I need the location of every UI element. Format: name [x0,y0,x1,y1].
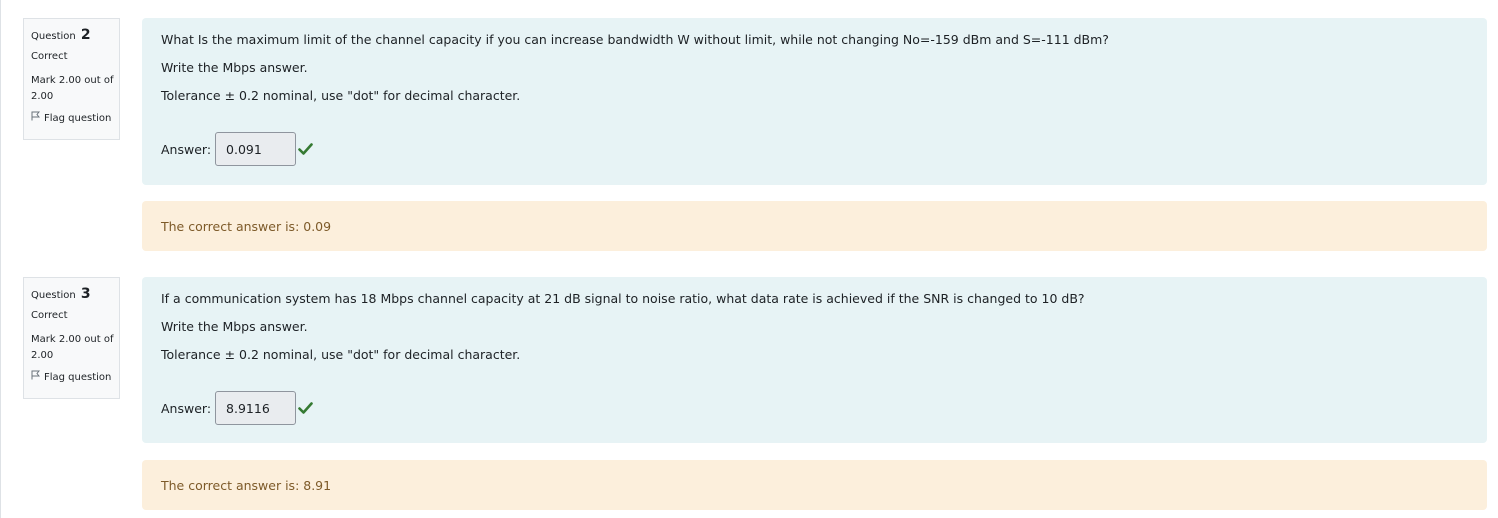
question-state: Correct [31,51,68,62]
answer-input[interactable] [215,391,297,425]
question-text: What Is the maximum limit of the channel… [161,32,1109,47]
question-info: Question 3 Correct Mark 2.00 out of 2.00… [23,277,120,399]
question-number-value: 3 [80,286,91,302]
question-grade: Mark 2.00 out of 2.00 [31,75,114,102]
question-instruction: Write the Mbps answer. [161,60,308,75]
right-answer-text: The correct answer is: 8.91 [161,477,332,493]
question-tolerance: Tolerance ± 0.2 nominal, use "dot" for d… [161,88,521,103]
flag-icon [31,111,44,126]
flag-icon [31,370,44,385]
correct-check-icon [298,402,313,414]
right-answer-feedback: The correct answer is: 8.91 [142,460,1487,510]
answer-input[interactable] [215,132,297,166]
answer-label: Answer: [161,400,212,416]
question-number: Question 3 [31,286,112,304]
correct-check-icon [298,143,313,155]
question-label: Question [31,31,76,42]
question-instruction: Write the Mbps answer. [161,319,308,334]
answer-label: Answer: [161,141,212,157]
question-formulation: If a communication system has 18 Mbps ch… [142,277,1487,443]
question-label: Question [31,290,76,301]
question-info: Question 2 Correct Mark 2.00 out of 2.00… [23,18,120,140]
answer-row: Answer: [161,391,313,425]
question-formulation: What Is the maximum limit of the channel… [142,18,1487,185]
flag-question-link[interactable]: Flag question [31,111,112,126]
question-number: Question 2 [31,27,112,45]
quiz-review-page: Question 2 Correct Mark 2.00 out of 2.00… [0,0,1498,518]
question-tolerance: Tolerance ± 0.2 nominal, use "dot" for d… [161,347,521,362]
question-grade: Mark 2.00 out of 2.00 [31,334,114,361]
flag-question-link[interactable]: Flag question [31,370,112,385]
answer-row: Answer: [161,132,313,166]
right-answer-text: The correct answer is: 0.09 [161,218,332,234]
question-state: Correct [31,310,68,321]
flag-question-label: Flag question [44,371,112,383]
question-number-value: 2 [80,27,91,43]
flag-question-label: Flag question [44,112,112,124]
right-answer-feedback: The correct answer is: 0.09 [142,201,1487,251]
question-text: If a communication system has 18 Mbps ch… [161,291,1085,306]
